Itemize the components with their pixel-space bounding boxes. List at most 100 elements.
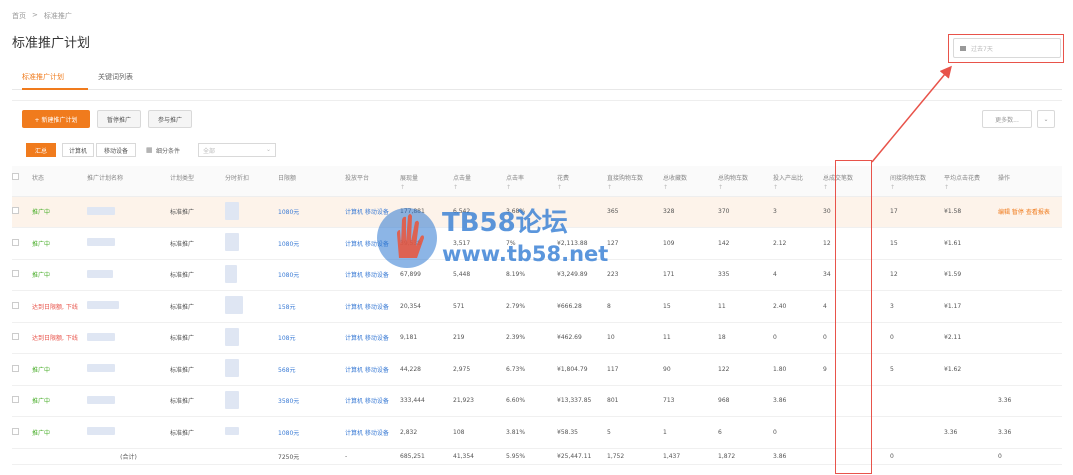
row-checkbox-cell[interactable] [12,290,32,323]
sort-arrow-icon[interactable]: ↑ [400,184,453,191]
daily-budget-cell[interactable]: 1080元 [278,259,345,291]
time-discount-cell[interactable] [225,196,278,228]
op-cell[interactable]: 编辑 暂停 查看报表 [998,196,1062,228]
plan-name-cell[interactable] [87,259,170,291]
plan-name-cell[interactable] [87,353,170,386]
tab-standard-plan[interactable]: 标准推广计划 [22,72,64,82]
breadcrumb-home[interactable]: 首页 [12,11,26,21]
table-row[interactable]: 推广中 标准推广 3580元 计算机 移动设备 333,444 21,923 6.60% ¥1… [12,385,1062,417]
row-checkbox[interactable] [12,270,19,278]
time-discount-cell[interactable] [225,322,278,354]
row-checkbox-cell[interactable] [12,353,32,386]
time-discount-cell[interactable] [225,290,278,323]
platform-cell[interactable]: 计算机 移动设备 [345,259,400,291]
segment-mobile[interactable]: 移动设备 [96,143,136,157]
sort-arrow-icon[interactable]: ↑ [506,184,557,191]
op-cell[interactable]: 3.36 [998,416,1062,449]
row-checkbox-cell[interactable] [12,196,32,228]
row-checkbox-cell[interactable] [12,385,32,417]
sort-arrow-icon[interactable]: ↑ [944,184,998,191]
daily-budget-cell[interactable]: 1080元 [278,416,345,449]
report-filter-select[interactable]: 全部 ⌄ [198,143,276,157]
table-row[interactable]: 推广中 标准推广 1080元 计算机 移动设备 177,881 6,542 3.68% 365… [12,196,1062,228]
op-cell[interactable] [998,353,1062,386]
select-all-checkbox-cell[interactable] [12,166,32,197]
column-header[interactable]: 计划类型 [170,166,225,197]
plan-name-cell[interactable] [87,385,170,417]
row-checkbox[interactable] [12,238,19,246]
platform-cell[interactable]: 计算机 移动设备 [345,196,400,228]
op-cell[interactable]: 3.36 [998,385,1062,417]
sort-arrow-icon[interactable]: ↑ [890,184,944,191]
daily-budget-cell[interactable]: 1080元 [278,227,345,260]
new-plan-button[interactable]: + 新建推广计划 [22,110,90,128]
time-discount-cell[interactable] [225,259,278,291]
table-row[interactable]: 推广中 标准推广 1080元 计算机 移动设备 67,899 5,448 8.19% ¥3,2… [12,259,1062,291]
column-header[interactable]: 点击量 ↑ [453,166,506,197]
sort-arrow-icon[interactable]: ↑ [453,184,506,191]
column-header[interactable]: 花费 ↑ [557,166,607,197]
start-button[interactable]: 参与推广 [148,110,192,128]
more-data-button[interactable]: 更多数... [982,110,1032,128]
op-cell[interactable] [998,290,1062,323]
row-checkbox-cell[interactable] [12,259,32,291]
platform-cell[interactable]: 计算机 移动设备 [345,290,400,323]
plan-name-cell[interactable] [87,416,170,449]
sort-arrow-icon[interactable]: ↑ [607,184,663,191]
column-header[interactable]: 平均点击花费 ↑ [944,166,998,197]
column-header[interactable]: 点击率 ↑ [506,166,557,197]
sort-arrow-icon[interactable]: ↑ [773,184,823,191]
platform-cell[interactable]: 计算机 移动设备 [345,322,400,354]
table-row[interactable]: 推广中 标准推广 1080元 计算机 移动设备 39,538 3,517 7% ¥2,113.… [12,227,1062,260]
plan-name-cell[interactable] [87,227,170,260]
segment-summary[interactable]: 汇总 [26,143,56,157]
column-header[interactable]: 总购物车数 ↑ [718,166,773,197]
row-checkbox-cell[interactable] [12,227,32,260]
column-header[interactable]: 状态 [32,166,87,197]
row-checkbox[interactable] [12,333,19,341]
sort-arrow-icon[interactable]: ↑ [718,184,773,191]
time-discount-cell[interactable] [225,227,278,260]
plan-name-cell[interactable] [87,290,170,323]
platform-cell[interactable]: 计算机 移动设备 [345,385,400,417]
op-cell[interactable] [998,259,1062,291]
row-checkbox[interactable] [12,396,19,404]
platform-cell[interactable]: 计算机 移动设备 [345,227,400,260]
time-discount-cell[interactable] [225,416,278,449]
column-header[interactable]: 推广计划名称 [87,166,170,197]
platform-cell[interactable]: 计算机 移动设备 [345,416,400,449]
column-header[interactable]: 总收藏数 ↑ [663,166,718,197]
daily-budget-cell[interactable]: 158元 [278,290,345,323]
row-checkbox-cell[interactable] [12,416,32,449]
row-checkbox[interactable] [12,427,19,435]
pause-button[interactable]: 暂停推广 [97,110,141,128]
row-checkbox[interactable] [12,364,19,372]
table-row[interactable]: 达到日限额, 下线 标准推广 158元 计算机 移动设备 20,354 571 2.79% ¥… [12,290,1062,323]
daily-budget-cell[interactable]: 3580元 [278,385,345,417]
platform-cell[interactable]: 计算机 移动设备 [345,353,400,386]
daily-budget-cell[interactable]: 1080元 [278,196,345,228]
table-row[interactable]: 推广中 标准推广 568元 计算机 移动设备 44,228 2,975 6.73% ¥1,80… [12,353,1062,386]
daily-budget-cell[interactable]: 108元 [278,322,345,354]
plan-name-cell[interactable] [87,196,170,228]
column-header[interactable]: 展现量 ↑ [400,166,453,197]
time-discount-cell[interactable] [225,353,278,386]
plan-name-cell[interactable] [87,322,170,354]
column-header[interactable]: 直接购物车数 ↑ [607,166,663,197]
time-discount-cell[interactable] [225,385,278,417]
column-header[interactable]: 投入产出比 ↑ [773,166,823,197]
segment-computer[interactable]: 计算机 [62,143,94,157]
column-header[interactable]: 分时折扣 [225,166,278,197]
row-checkbox[interactable] [12,301,19,309]
column-header[interactable]: 间接购物车数 ↑ [890,166,944,197]
tab-keyword-list[interactable]: 关键词列表 [98,72,133,82]
op-cell[interactable] [998,322,1062,354]
row-checkbox-cell[interactable] [12,322,32,354]
column-header[interactable]: 投放平台 [345,166,400,197]
column-header[interactable]: 操作 [998,166,1062,197]
op-cell[interactable] [998,227,1062,260]
daily-budget-cell[interactable]: 568元 [278,353,345,386]
table-row[interactable]: 达到日限额, 下线 标准推广 108元 计算机 移动设备 9,181 219 2.39% ¥4… [12,322,1062,354]
sort-arrow-icon[interactable]: ↑ [557,184,607,191]
sort-arrow-icon[interactable]: ↑ [663,184,718,191]
